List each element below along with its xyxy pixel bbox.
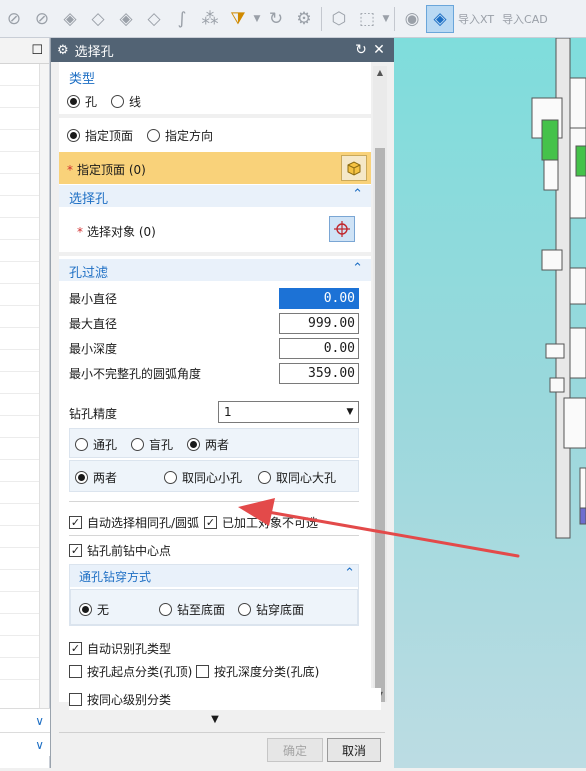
- annotation-arrow: [238, 498, 520, 558]
